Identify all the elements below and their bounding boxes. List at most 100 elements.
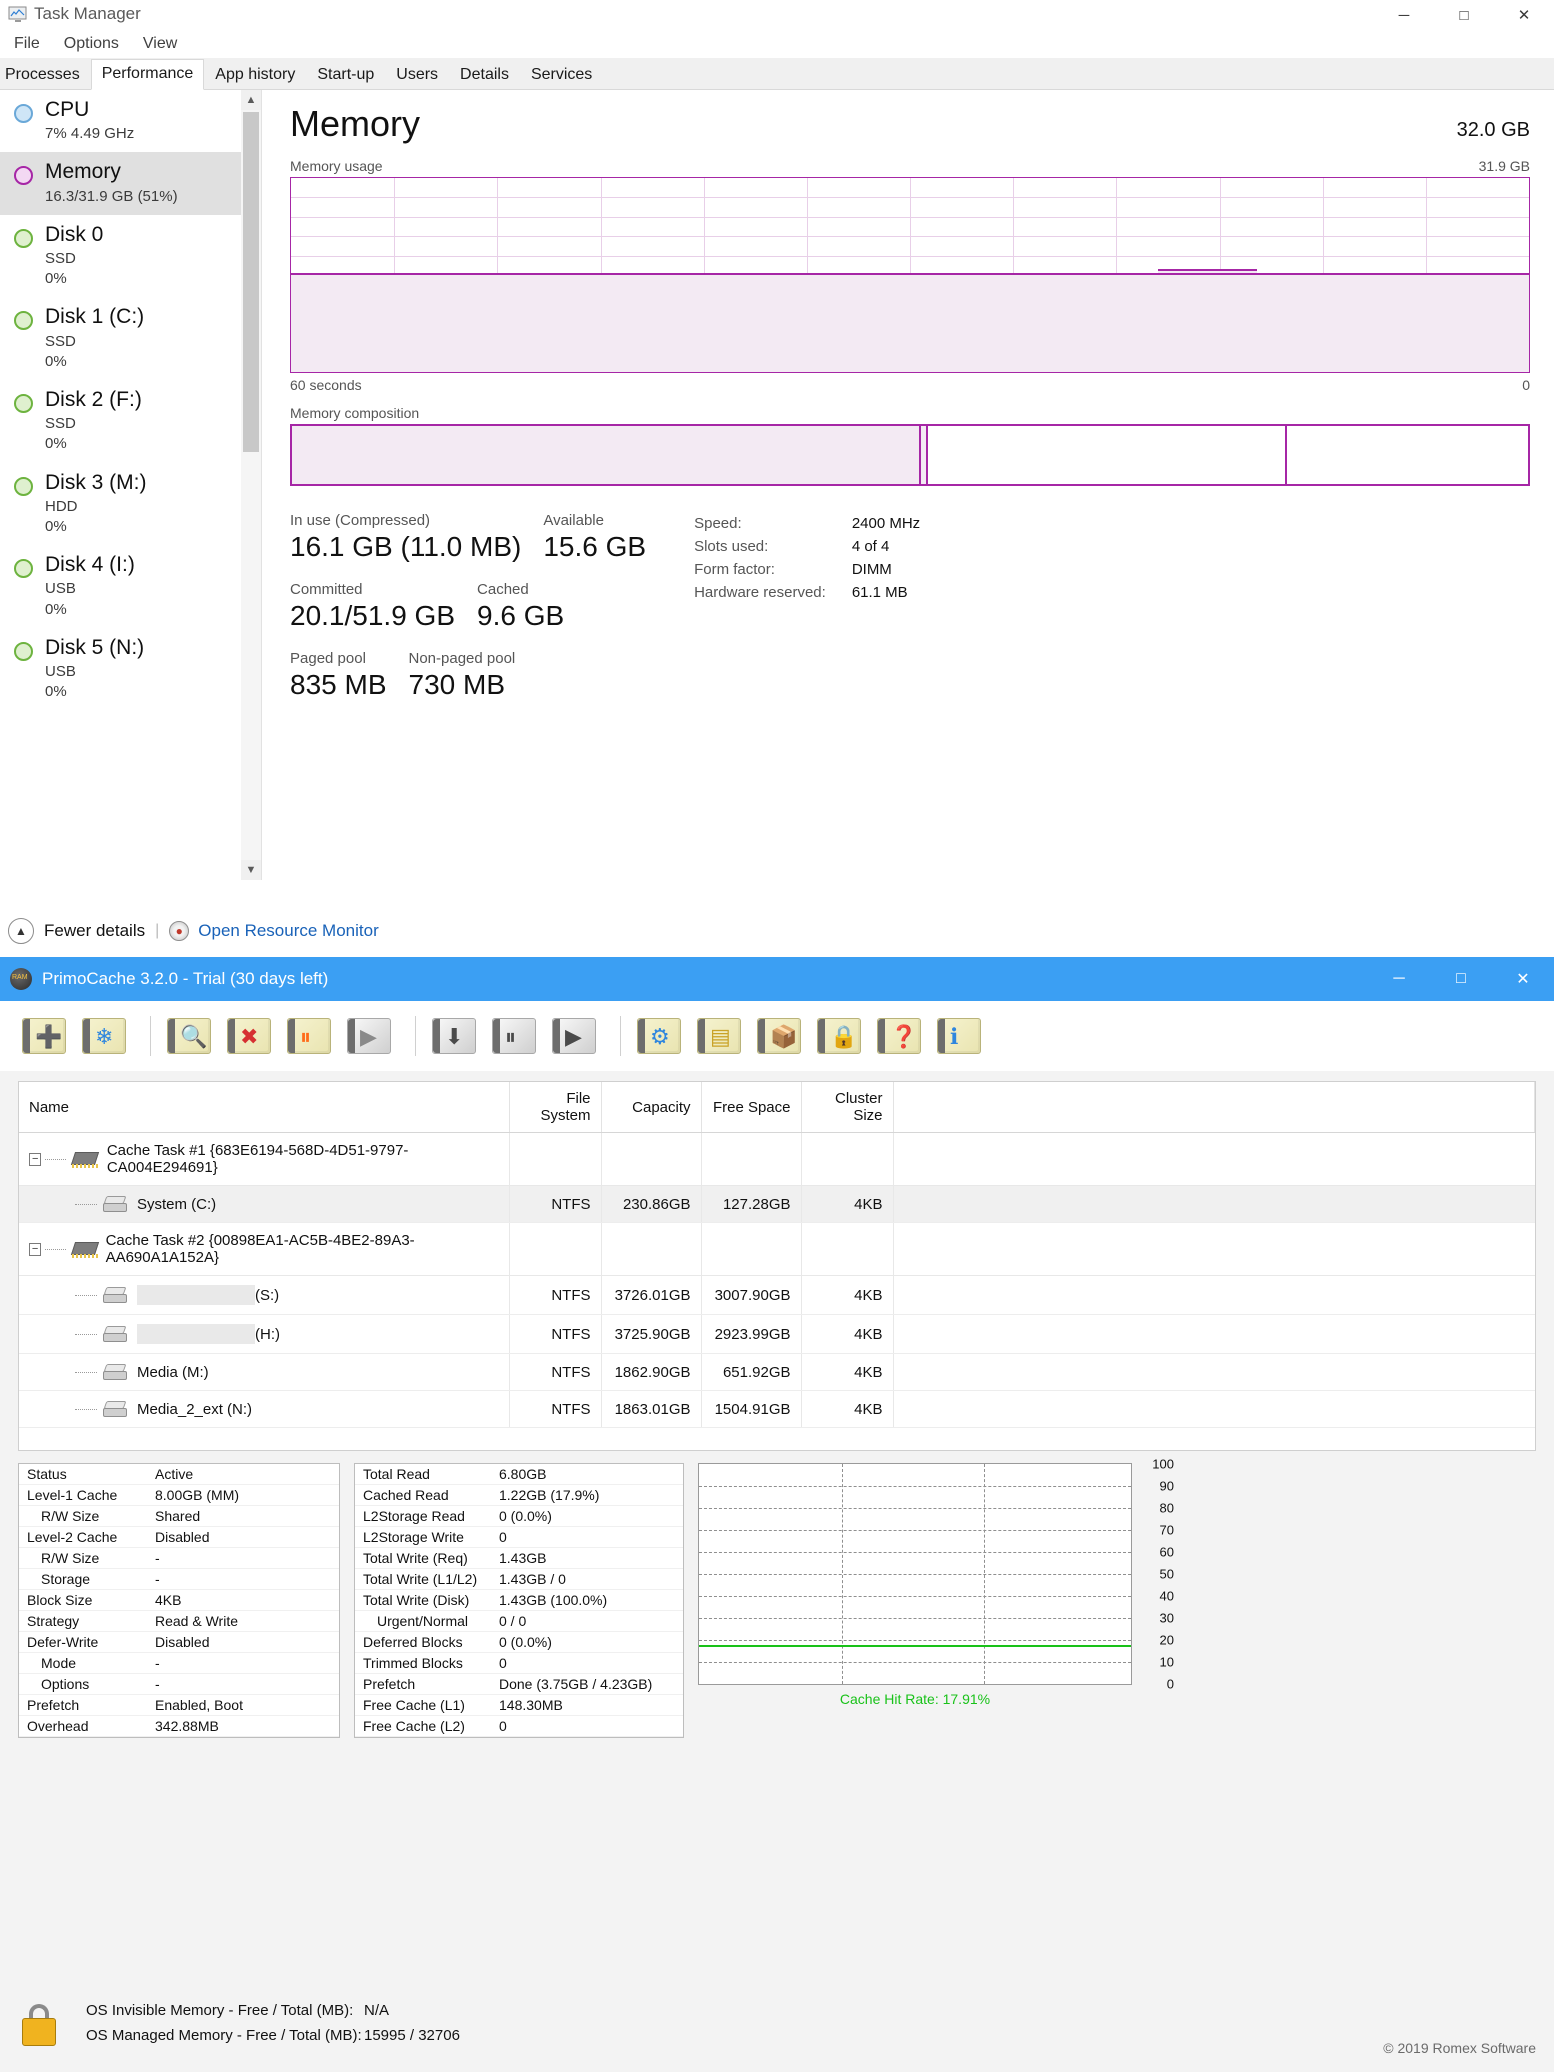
stat-in-use-value: 16.1 GB (11.0 MB)	[290, 531, 522, 562]
primocache-titlebar: RAM PrimoCache 3.2.0 - Trial (30 days le…	[0, 957, 1554, 1001]
scroll-up-icon[interactable]: ▲	[241, 90, 261, 110]
cell-name: (S:)	[19, 1275, 510, 1315]
tab-performance[interactable]: Performance	[90, 59, 205, 90]
cache-status-value: Read & Write	[147, 1610, 339, 1632]
memory-total: 32.0 GB	[1456, 119, 1530, 141]
license-button[interactable]: 🔒	[813, 1010, 865, 1062]
cache-status-row: Prefetch Enabled, Boot	[19, 1694, 339, 1716]
cell-capacity: 3726.01GB	[601, 1275, 702, 1315]
pause-defer-write-button[interactable]: ⏸	[488, 1010, 540, 1062]
column-header-cluster-size[interactable]: Cluster Size	[801, 1082, 894, 1133]
close-button[interactable]: ✕	[1494, 0, 1554, 30]
table-row[interactable]: − Cache Task #2 {00898EA1-AC5B-4BE2-89A3-…	[19, 1222, 1535, 1276]
flush-now-button[interactable]: ⬇	[428, 1010, 480, 1062]
column-header-capacity[interactable]: Capacity	[601, 1082, 702, 1133]
view-task-button[interactable]: 🔍	[163, 1010, 215, 1062]
chart-gridline-horizontal	[699, 1596, 1131, 1597]
column-header-name[interactable]: Name	[19, 1082, 510, 1133]
menu-file[interactable]: File	[2, 33, 52, 55]
maximize-button[interactable]: □	[1434, 0, 1494, 30]
chevron-up-icon[interactable]: ▲	[8, 918, 34, 944]
table-row[interactable]: (H:) NTFS 3725.90GB 2923.99GB 4KB	[19, 1314, 1535, 1354]
scroll-thumb[interactable]	[243, 112, 259, 452]
tab-services[interactable]: Services	[520, 60, 603, 90]
spec-speed-label: Speed:	[694, 515, 742, 532]
sidebar-item-disk-1-c[interactable]: Disk 1 (C:) SSD 0%	[0, 297, 261, 380]
table-row[interactable]: System (C:) NTFS 230.86GB 127.28GB 4KB	[19, 1185, 1535, 1223]
sidebar-item-memory[interactable]: Memory 16.3/31.9 GB (51%)	[0, 152, 261, 215]
sidebar-item-disk-3-m[interactable]: Disk 3 (M:) HDD 0%	[0, 463, 261, 546]
cell-cluster-size: 4KB	[801, 1185, 894, 1223]
chart-y-tick-label: 0	[1166, 1676, 1174, 1692]
tab-details[interactable]: Details	[449, 60, 520, 90]
table-row[interactable]: (S:) NTFS 3726.01GB 3007.90GB 4KB	[19, 1275, 1535, 1315]
chart-y-tick-label: 80	[1159, 1500, 1174, 1516]
expand-collapse-icon[interactable]: −	[29, 1242, 42, 1256]
fewer-details-button[interactable]: Fewer details	[44, 921, 145, 941]
scroll-down-icon[interactable]: ▼	[241, 860, 261, 880]
create-cache-task-button[interactable]: ➕	[18, 1010, 70, 1062]
memory-composition-label: Memory composition	[290, 405, 420, 421]
cache-statistic-key: Total Read	[355, 1464, 491, 1485]
task-settings-button[interactable]: ⚙	[633, 1010, 685, 1062]
primocache-close-button[interactable]: ✕	[1492, 957, 1554, 1001]
cache-statistic-key: Total Write (Req)	[355, 1547, 491, 1569]
memory-settings-button[interactable]: ▤	[693, 1010, 745, 1062]
primocache-minimize-button[interactable]: ─	[1368, 957, 1430, 1001]
cache-status-row: R/W Size Shared	[19, 1505, 339, 1527]
table-row[interactable]: Media (M:) NTFS 1862.90GB 651.92GB 4KB	[19, 1353, 1535, 1391]
primocache-maximize-button[interactable]: □	[1430, 957, 1492, 1001]
sidebar-scrollbar[interactable]: ▲ ▼	[241, 90, 261, 880]
table-row[interactable]: − Cache Task #1 {683E6194-568D-4D51-9797-…	[19, 1132, 1535, 1186]
sidebar-item-disk-4-i[interactable]: Disk 4 (I:) USB 0%	[0, 545, 261, 628]
sidebar-item-disk-2-f[interactable]: Disk 2 (F:) SSD 0%	[0, 380, 261, 463]
memory-graph-max: 31.9 GB	[1478, 158, 1530, 174]
sidebar-item-cpu[interactable]: CPU 7% 4.49 GHz	[0, 90, 261, 152]
expand-collapse-icon[interactable]: −	[29, 1152, 42, 1166]
resume-defer-write-button[interactable]: ▶	[548, 1010, 600, 1062]
menu-view[interactable]: View	[131, 33, 189, 55]
cache-statistic-value: 1.43GB / 0	[491, 1568, 683, 1590]
column-header-free-space[interactable]: Free Space	[701, 1082, 802, 1133]
column-header-file-system[interactable]: File System	[509, 1082, 602, 1133]
memory-composition-bar[interactable]	[290, 424, 1530, 486]
tab-start-up[interactable]: Start-up	[306, 60, 385, 90]
memory-lock-icon	[18, 2000, 60, 2048]
tab-processes[interactable]: Processes	[0, 60, 91, 90]
stats-row-inuse-available: In use (Compressed) 16.1 GB (11.0 MB) Av…	[290, 512, 646, 563]
chart-y-tick-label: 30	[1159, 1610, 1174, 1626]
cache-statistic-value: 1.22GB (17.9%)	[491, 1484, 683, 1506]
cache-statistic-row: Free Cache (L1) 148.30MB	[355, 1694, 683, 1716]
sidebar-item-sublabel-1: SSD	[45, 332, 76, 350]
create-ramdisk-button[interactable]: ❄	[78, 1010, 130, 1062]
tab-app-history[interactable]: App history	[204, 60, 306, 90]
cache-status-value: -	[147, 1568, 339, 1590]
cache-status-value: -	[147, 1652, 339, 1674]
help-button[interactable]: ❓	[873, 1010, 925, 1062]
gridline-horizontal	[291, 255, 1529, 257]
options-button[interactable]: 📦	[753, 1010, 805, 1062]
delete-task-button[interactable]: ✖	[223, 1010, 275, 1062]
cell-spacer	[893, 1185, 1535, 1223]
options-icon: 📦	[757, 1018, 801, 1054]
stat-paged-pool-label: Paged pool	[290, 650, 366, 668]
cache-statistic-value: 0	[491, 1715, 683, 1737]
start-task-icon: ▶	[347, 1018, 391, 1054]
sidebar-item-text: Disk 1 (C:) SSD 0%	[45, 305, 144, 370]
about-button[interactable]: ℹ	[933, 1010, 985, 1062]
cache-statistic-value: 0	[491, 1652, 683, 1674]
pause-task-button[interactable]: ⏸	[283, 1010, 335, 1062]
menu-options[interactable]: Options	[52, 33, 131, 55]
sidebar-item-text: Memory 16.3/31.9 GB (51%)	[45, 160, 178, 204]
minimize-button[interactable]: ─	[1374, 0, 1434, 30]
sidebar-item-sublabel-1: USB	[45, 580, 76, 598]
tab-users[interactable]: Users	[385, 60, 449, 90]
spec-row-form-factor: Form factor: DIMM	[694, 558, 920, 581]
table-row[interactable]: Media_2_ext (N:) NTFS 1863.01GB 1504.91GB 4K…	[19, 1390, 1535, 1428]
sidebar-item-disk-0[interactable]: Disk 0 SSD 0%	[0, 215, 261, 298]
tree-connector	[45, 1248, 66, 1250]
cache-statistic-key: Free Cache (L1)	[355, 1694, 491, 1716]
start-task-button[interactable]: ▶	[343, 1010, 395, 1062]
open-resource-monitor-link[interactable]: Open Resource Monitor	[198, 921, 378, 941]
sidebar-item-disk-5-n[interactable]: Disk 5 (N:) USB 0%	[0, 628, 261, 711]
